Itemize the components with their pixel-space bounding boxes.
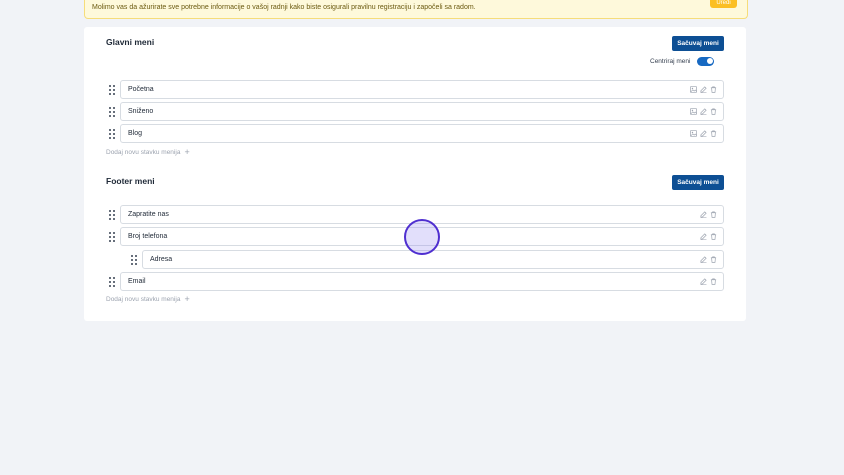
trash-icon[interactable] xyxy=(710,108,717,115)
menu-item-blog[interactable]: Blog xyxy=(120,124,724,143)
menu-item-snizeno[interactable]: Sniženo xyxy=(120,102,724,121)
menu-item-email[interactable]: Email xyxy=(120,272,724,291)
menu-item-label: Blog xyxy=(128,130,143,137)
center-menu-toggle[interactable] xyxy=(697,56,715,66)
edit-icon[interactable] xyxy=(700,256,707,263)
trash-icon[interactable] xyxy=(710,278,717,285)
add-main-menu-item[interactable]: Dodaj novu stavku menija + xyxy=(106,148,190,157)
menu-item-label: Zapratite nas xyxy=(128,211,169,218)
drag-handle-icon[interactable] xyxy=(109,232,115,242)
info-notice-banner: Molimo vas da ažurirate sve potrebne inf… xyxy=(84,0,748,19)
trash-icon[interactable] xyxy=(710,233,717,240)
drag-handle-icon[interactable] xyxy=(109,85,115,95)
trash-icon[interactable] xyxy=(710,130,717,137)
edit-icon[interactable] xyxy=(700,86,707,93)
menu-item-adresa[interactable]: Adresa xyxy=(142,250,724,269)
drag-handle-icon[interactable] xyxy=(131,255,137,265)
menu-item-pocetna[interactable]: Početna xyxy=(120,80,724,99)
trash-icon[interactable] xyxy=(710,256,717,263)
plus-icon: + xyxy=(184,147,190,157)
center-menu-setting: Centriraj meni xyxy=(650,55,715,67)
edit-icon[interactable] xyxy=(700,233,707,240)
plus-icon: + xyxy=(184,294,190,304)
add-item-label: Dodaj novu stavku menija xyxy=(106,296,181,303)
edit-shop-button[interactable]: Uredi xyxy=(710,0,737,8)
menu-item-label: Početna xyxy=(128,86,154,93)
drag-handle-icon[interactable] xyxy=(109,129,115,139)
cursor-highlight xyxy=(404,219,440,255)
menus-card: Glavni meni Sačuvaj meni Centriraj meni … xyxy=(84,27,746,321)
drag-handle-icon[interactable] xyxy=(109,277,115,287)
menu-item-label: Email xyxy=(128,278,146,285)
edit-icon[interactable] xyxy=(700,130,707,137)
save-footer-menu-button[interactable]: Sačuvaj meni xyxy=(672,175,724,190)
drag-handle-icon[interactable] xyxy=(109,107,115,117)
save-main-menu-button[interactable]: Sačuvaj meni xyxy=(672,36,724,51)
add-footer-menu-item[interactable]: Dodaj novu stavku menija + xyxy=(106,295,190,304)
add-item-label: Dodaj novu stavku menija xyxy=(106,149,181,156)
menu-item-label: Adresa xyxy=(150,256,173,263)
main-menu-title: Glavni meni xyxy=(106,37,155,47)
edit-icon[interactable] xyxy=(700,211,707,218)
notice-text: Molimo vas da ažurirate sve potrebne inf… xyxy=(92,4,476,11)
image-icon[interactable] xyxy=(690,108,697,115)
trash-icon[interactable] xyxy=(710,86,717,93)
image-icon[interactable] xyxy=(690,86,697,93)
drag-handle-icon[interactable] xyxy=(109,210,115,220)
center-menu-label: Centriraj meni xyxy=(650,57,691,65)
image-icon[interactable] xyxy=(690,130,697,137)
menu-item-label: Sniženo xyxy=(128,108,154,115)
trash-icon[interactable] xyxy=(710,211,717,218)
menu-item-label: Broj telefona xyxy=(128,233,168,240)
edit-icon[interactable] xyxy=(700,108,707,115)
edit-icon[interactable] xyxy=(700,278,707,285)
footer-menu-title: Footer meni xyxy=(106,176,155,186)
